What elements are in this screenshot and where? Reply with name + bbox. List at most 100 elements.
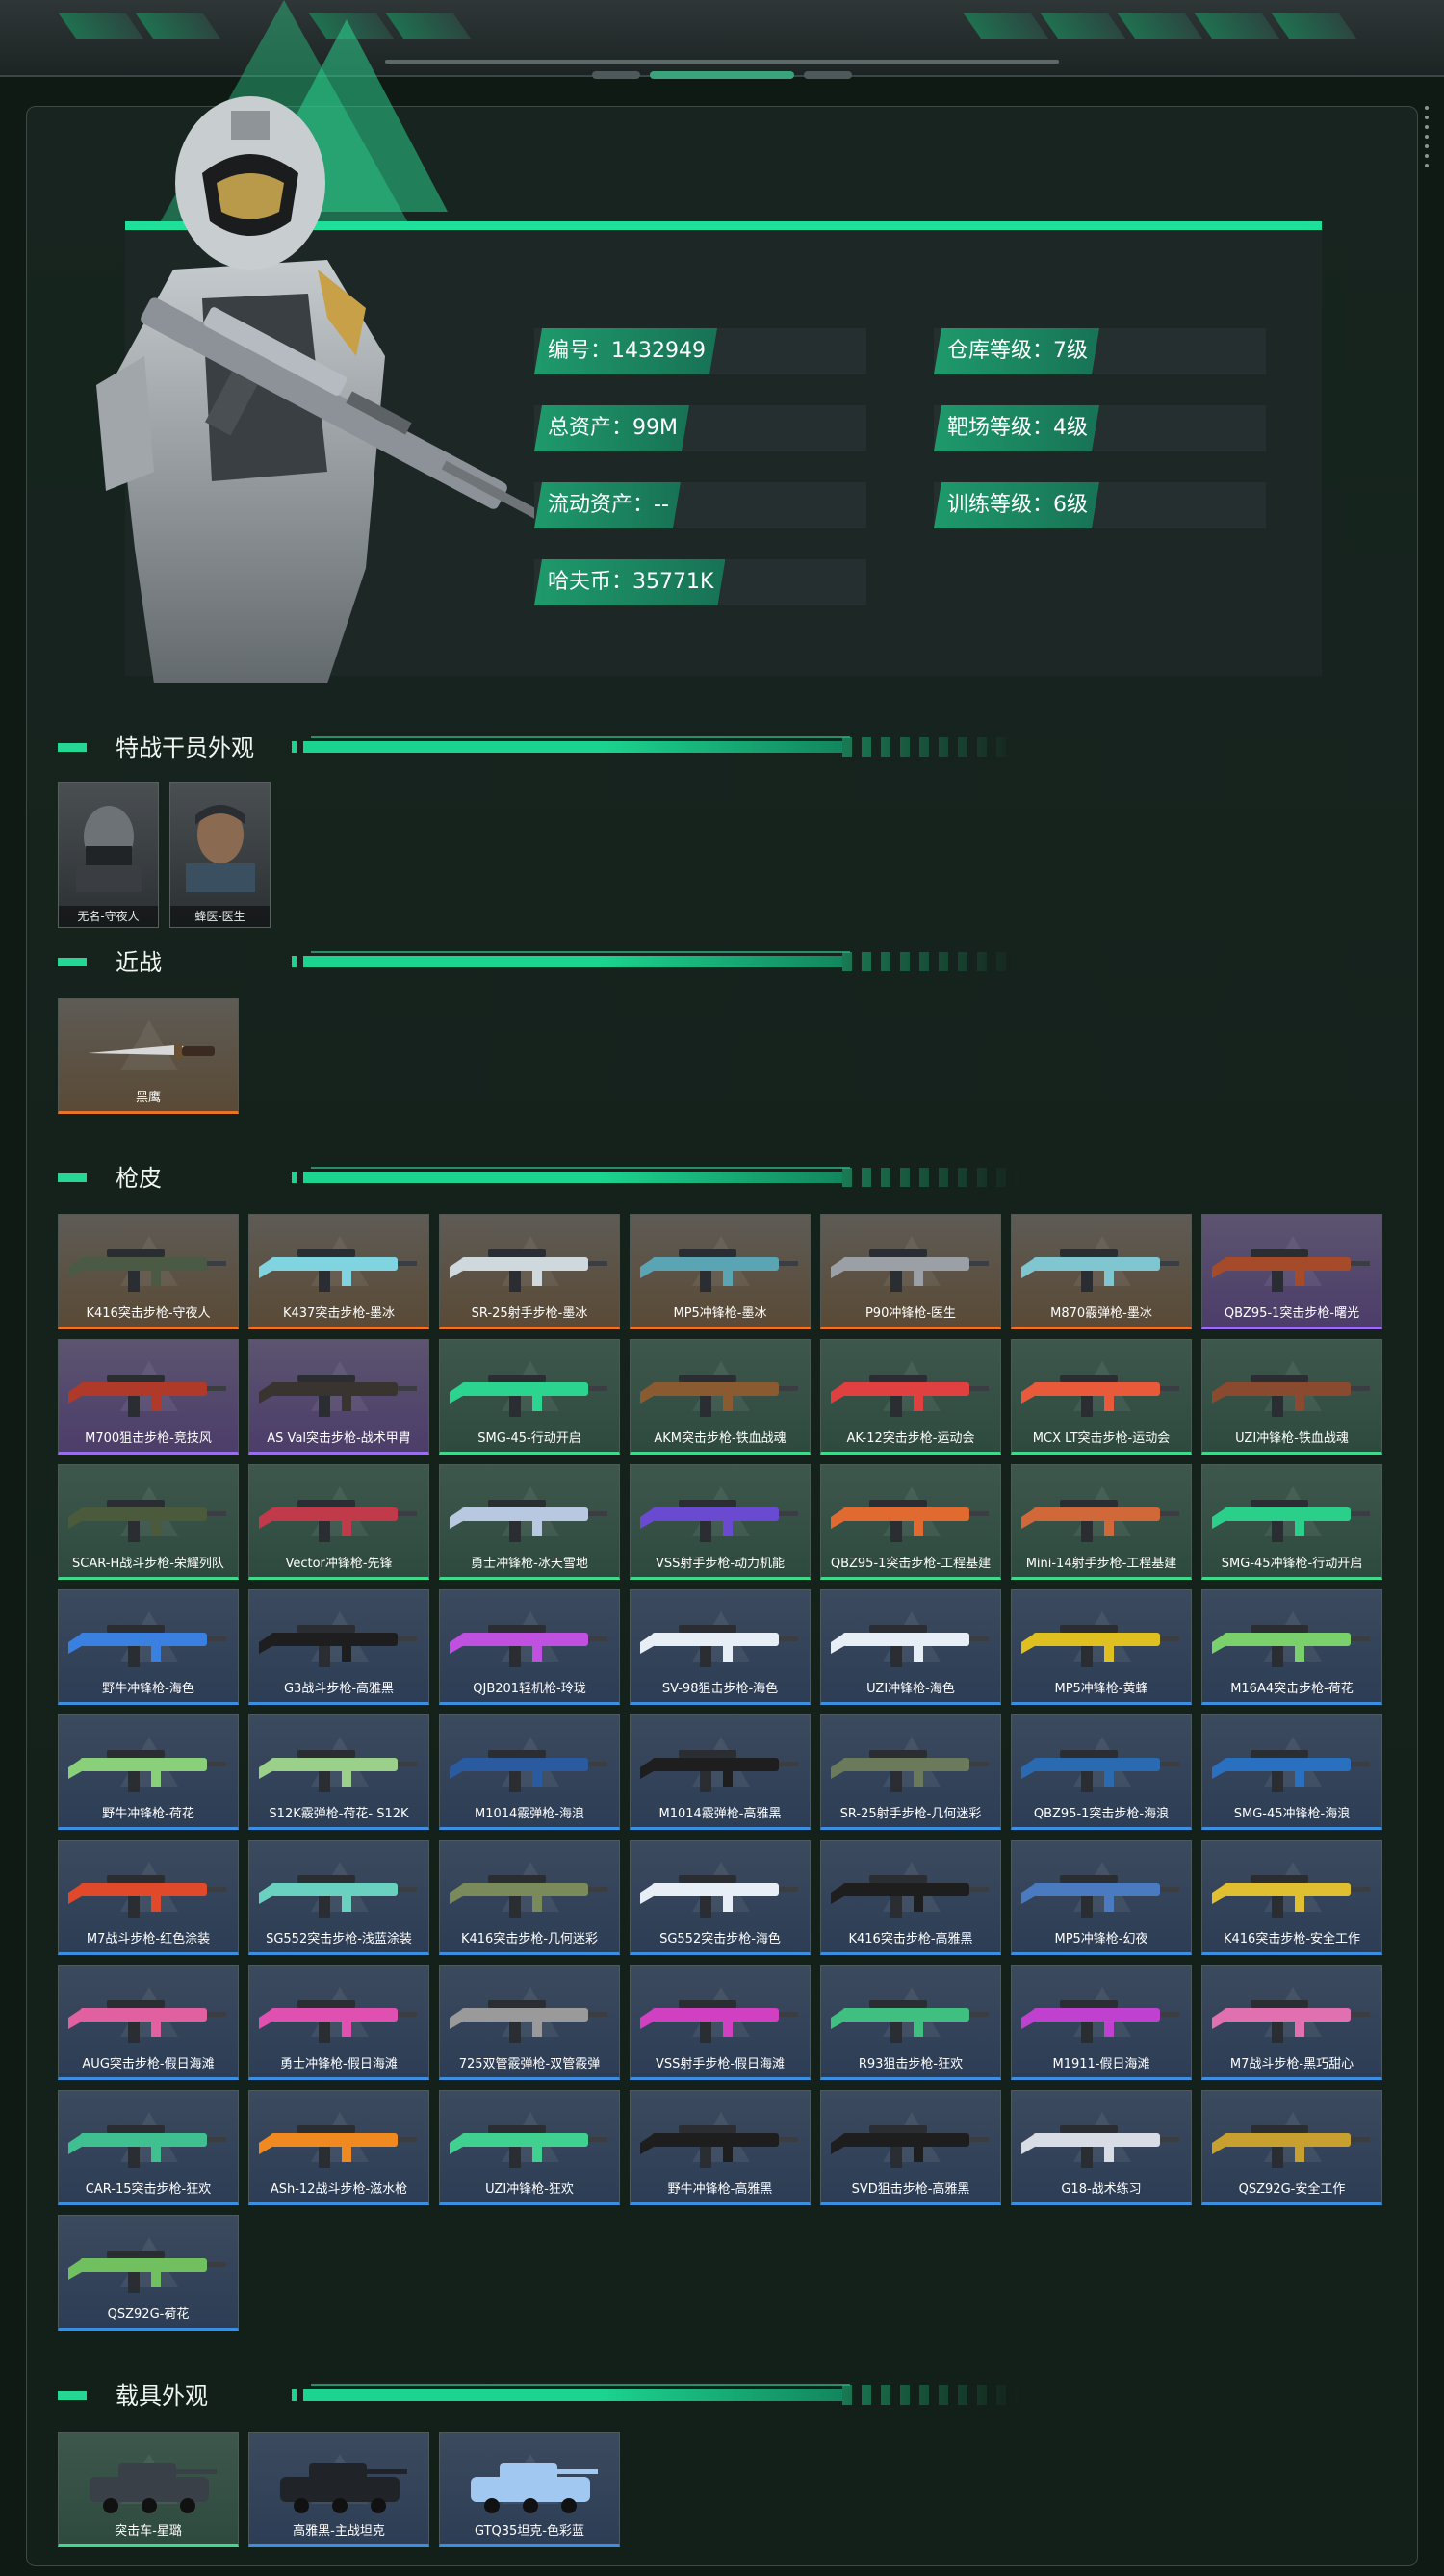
skin-card[interactable]: 725双管霰弹枪-双管霰弹 bbox=[439, 1965, 620, 2080]
item-label: SV-98狙击步枪-海色 bbox=[661, 1682, 779, 1696]
weapon-image bbox=[1212, 1625, 1370, 1667]
skin-card[interactable]: SG552突击步枪-海色 bbox=[630, 1840, 811, 1955]
section-bar bbox=[292, 2384, 850, 2401]
section-lead-mark bbox=[58, 958, 87, 966]
skin-card[interactable]: MP5冲锋枪-墨冰 bbox=[630, 1214, 811, 1329]
section-checker bbox=[842, 1168, 1020, 1187]
skin-card[interactable]: R93狙击步枪-狂欢 bbox=[820, 1965, 1001, 2080]
agent-card[interactable]: 蜂医-医生 bbox=[169, 782, 271, 928]
skin-card[interactable]: M16A4突击步枪-荷花 bbox=[1201, 1589, 1382, 1705]
skin-card[interactable]: SMG-45-行动开启 bbox=[439, 1339, 620, 1455]
skin-card[interactable]: QBZ95-1突击步枪-工程基建 bbox=[820, 1464, 1001, 1580]
skin-card[interactable]: SR-25射手步枪-几何迷彩 bbox=[820, 1714, 1001, 1830]
skin-card[interactable]: M870霰弹枪-墨冰 bbox=[1011, 1214, 1192, 1329]
weapon-image bbox=[1212, 1500, 1370, 1542]
skin-card[interactable]: ASh-12战斗步枪-滋水枪 bbox=[248, 2090, 429, 2205]
skin-card[interactable]: MP5冲锋枪-黄蜂 bbox=[1011, 1589, 1192, 1705]
skin-card[interactable]: M700狙击步枪-竞技风 bbox=[58, 1339, 239, 1455]
weapon-image bbox=[640, 1625, 798, 1667]
skin-card[interactable]: 野牛冲锋枪-高雅黑 bbox=[630, 2090, 811, 2205]
agent-portrait bbox=[186, 805, 255, 892]
vehicle-card[interactable]: GTQ35坦克-色彩蓝 bbox=[439, 2432, 620, 2547]
skin-card[interactable]: SG552突击步枪-浅蓝涂装 bbox=[248, 1840, 429, 1955]
item-label: AK-12突击步枪-运动会 bbox=[846, 1431, 975, 1446]
skin-card[interactable]: K416突击步枪-安全工作 bbox=[1201, 1840, 1382, 1955]
skin-card[interactable]: G18-战术练习 bbox=[1011, 2090, 1192, 2205]
skin-card[interactable]: SVD狙击步枪-高雅黑 bbox=[820, 2090, 1001, 2205]
item-label: SG552突击步枪-海色 bbox=[659, 1932, 781, 1946]
vehicle-card[interactable]: 高雅黑-主战坦克 bbox=[248, 2432, 429, 2547]
skin-card[interactable]: G3战斗步枪-高雅黑 bbox=[248, 1589, 429, 1705]
skin-card[interactable]: CAR-15突击步枪-狂欢 bbox=[58, 2090, 239, 2205]
skin-card[interactable]: K437突击步枪-墨冰 bbox=[248, 1214, 429, 1329]
skin-card[interactable]: AK-12突击步枪-运动会 bbox=[820, 1339, 1001, 1455]
skin-card[interactable]: 勇士冲锋枪-冰天雪地 bbox=[439, 1464, 620, 1580]
stat-range-level-tag: 靶场等级：4级 bbox=[934, 405, 1099, 451]
agent-label: 无名-守夜人 bbox=[59, 906, 158, 927]
item-label: VSS射手步枪-假日海滩 bbox=[655, 2057, 786, 2072]
vehicle-image bbox=[280, 2463, 407, 2513]
banner-pill bbox=[592, 71, 640, 79]
skin-card[interactable]: QBZ95-1突击步枪-曙光 bbox=[1201, 1214, 1382, 1329]
skin-card[interactable]: SMG-45冲锋枪-行动开启 bbox=[1201, 1464, 1382, 1580]
skin-card[interactable]: 野牛冲锋枪-海色 bbox=[58, 1589, 239, 1705]
skin-card[interactable]: AS Val突击步枪-战术甲胄 bbox=[248, 1339, 429, 1455]
skin-card[interactable]: QSZ92G-安全工作 bbox=[1201, 2090, 1382, 2205]
skin-card[interactable]: VSS射手步枪-动力机能 bbox=[630, 1464, 811, 1580]
section-header-melee: 近战 bbox=[58, 946, 1020, 985]
skin-card[interactable]: MP5冲锋枪-幻夜 bbox=[1011, 1840, 1192, 1955]
skin-card[interactable]: SCAR-H战斗步枪-荣耀列队 bbox=[58, 1464, 239, 1580]
stat-hafu-coin: 哈夫币：35771K bbox=[534, 559, 866, 605]
skin-card[interactable]: SR-25射手步枪-墨冰 bbox=[439, 1214, 620, 1329]
item-label: 725双管霰弹枪-双管霰弹 bbox=[458, 2057, 601, 2072]
skin-card[interactable]: K416突击步枪-守夜人 bbox=[58, 1214, 239, 1329]
skin-card[interactable]: P90冲锋枪-医生 bbox=[820, 1214, 1001, 1329]
skin-card[interactable]: QSZ92G-荷花 bbox=[58, 2215, 239, 2331]
skin-card[interactable]: UZI冲锋枪-狂欢 bbox=[439, 2090, 620, 2205]
skin-card[interactable]: 野牛冲锋枪-荷花 bbox=[58, 1714, 239, 1830]
section-bar bbox=[292, 951, 850, 967]
skin-card[interactable]: M7战斗步枪-红色涂装 bbox=[58, 1840, 239, 1955]
skin-card[interactable]: K416突击步枪-几何迷彩 bbox=[439, 1840, 620, 1955]
skin-card[interactable]: SV-98狙击步枪-海色 bbox=[630, 1589, 811, 1705]
scrollbar[interactable] bbox=[1425, 106, 1431, 173]
item-label: G3战斗步枪-高雅黑 bbox=[283, 1682, 395, 1696]
weapon-image bbox=[68, 2000, 226, 2043]
skin-card[interactable]: AKM突击步枪-铁血战魂 bbox=[630, 1339, 811, 1455]
skin-card[interactable]: UZI冲锋枪-铁血战魂 bbox=[1201, 1339, 1382, 1455]
vehicle-card[interactable]: 突击车-星璐 bbox=[58, 2432, 239, 2547]
skin-card[interactable]: S12K霰弹枪-荷花- S12K bbox=[248, 1714, 429, 1830]
item-label: UZI冲锋枪-狂欢 bbox=[485, 2182, 574, 2197]
skin-card[interactable]: UZI冲锋枪-海色 bbox=[820, 1589, 1001, 1705]
skin-card[interactable]: VSS射手步枪-假日海滩 bbox=[630, 1965, 811, 2080]
skin-card[interactable]: MCX LT突击步枪-运动会 bbox=[1011, 1339, 1192, 1455]
skin-card[interactable]: K416突击步枪-高雅黑 bbox=[820, 1840, 1001, 1955]
item-label: M7战斗步枪-黑巧甜心 bbox=[1229, 2057, 1354, 2072]
skin-card[interactable]: M1014霰弹枪-高雅黑 bbox=[630, 1714, 811, 1830]
skin-card[interactable]: M1014霰弹枪-海浪 bbox=[439, 1714, 620, 1830]
weapon-image bbox=[1212, 1375, 1370, 1417]
skin-card[interactable]: Vector冲锋枪-先锋 bbox=[248, 1464, 429, 1580]
item-label: SG552突击步枪-浅蓝涂装 bbox=[266, 1932, 412, 1946]
item-label: AS Val突击步枪-战术甲胄 bbox=[267, 1431, 411, 1446]
skin-card[interactable]: AUG突击步枪-假日海滩 bbox=[58, 1965, 239, 2080]
stat-training-level-tag: 训练等级：6级 bbox=[934, 482, 1099, 528]
section-checker bbox=[842, 737, 1020, 757]
skin-card[interactable]: QBZ95-1突击步枪-海浪 bbox=[1011, 1714, 1192, 1830]
item-label: K416突击步枪-高雅黑 bbox=[848, 1932, 973, 1946]
skin-card[interactable]: QJB201轻机枪-玲珑 bbox=[439, 1589, 620, 1705]
skin-card[interactable]: SMG-45冲锋枪-海浪 bbox=[1201, 1714, 1382, 1830]
skin-card[interactable]: Mini-14射手步枪-工程基建 bbox=[1011, 1464, 1192, 1580]
skin-card[interactable]: 勇士冲锋枪-假日海滩 bbox=[248, 1965, 429, 2080]
weapon-image bbox=[831, 2000, 989, 2043]
weapon-image bbox=[1021, 1500, 1179, 1542]
skin-card[interactable]: M1911-假日海滩 bbox=[1011, 1965, 1192, 2080]
weapon-image bbox=[450, 1625, 607, 1667]
melee-card[interactable]: 黑鹰 bbox=[58, 998, 239, 1114]
agent-card[interactable]: 无名-守夜人 bbox=[58, 782, 159, 928]
section-title: 载具外观 bbox=[116, 2383, 208, 2409]
skin-card[interactable]: M7战斗步枪-黑巧甜心 bbox=[1201, 1965, 1382, 2080]
stat-liquid-assets-tag: 流动资产：-- bbox=[534, 482, 681, 528]
item-label: 野牛冲锋枪-海色 bbox=[102, 1682, 194, 1696]
item-label: MCX LT突击步枪-运动会 bbox=[1032, 1431, 1171, 1446]
